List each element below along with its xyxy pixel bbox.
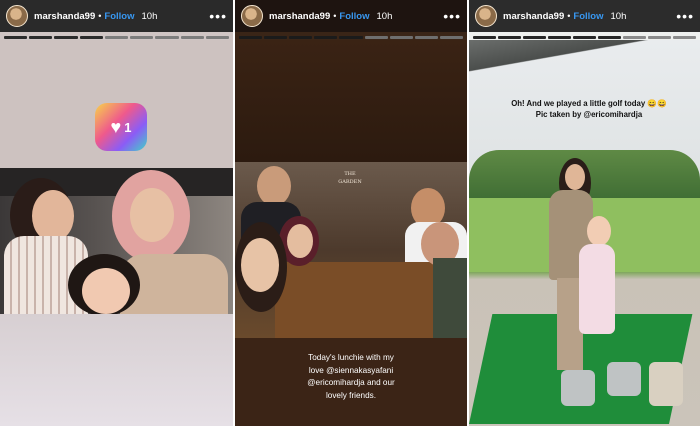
- story-caption: Oh! And we played a little golf today 😄😄…: [509, 98, 669, 120]
- progress-segment: [264, 36, 288, 39]
- story-progress-bar: [239, 36, 463, 39]
- progress-segment: [389, 36, 413, 39]
- avatar[interactable]: [6, 5, 28, 27]
- progress-segment: [498, 36, 521, 39]
- woman-front-face: [241, 238, 279, 292]
- woman-hijab-inner: [287, 224, 313, 258]
- timestamp: 10h: [610, 10, 627, 22]
- story-photo: [0, 168, 233, 314]
- progress-segment: [4, 36, 28, 39]
- progress-segment: [573, 36, 596, 39]
- progress-segment: [205, 36, 229, 39]
- girl-face: [587, 216, 611, 246]
- more-options-icon[interactable]: •••: [209, 9, 227, 23]
- avatar[interactable]: [475, 5, 497, 27]
- like-sticker[interactable]: ♥ 1: [95, 103, 147, 151]
- progress-segment: [79, 36, 103, 39]
- progress-segment: [155, 36, 179, 39]
- story-photo: THE GARDEN: [235, 162, 467, 338]
- story-header: marshanda99 • Follow 10h •••: [235, 0, 467, 32]
- woman-left-face: [32, 190, 74, 242]
- progress-segment: [29, 36, 53, 39]
- progress-segment: [673, 36, 696, 39]
- progress-segment: [130, 36, 154, 39]
- caption-line: lovely friends.: [325, 390, 377, 400]
- child-face: [82, 268, 130, 314]
- progress-segment: [414, 36, 438, 39]
- woman-face: [565, 164, 585, 190]
- progress-segment: [548, 36, 571, 39]
- tee-box: [649, 362, 683, 406]
- more-options-icon[interactable]: •••: [676, 9, 694, 23]
- progress-segment: [239, 36, 263, 39]
- like-count: 1: [124, 119, 132, 135]
- story-header: marshanda99 • Follow 10h •••: [0, 0, 233, 32]
- more-options-icon[interactable]: •••: [443, 9, 461, 23]
- golf-ball-basket: [561, 370, 595, 406]
- username[interactable]: marshanda99: [269, 11, 330, 22]
- progress-segment: [598, 36, 621, 39]
- caption-line: Today's lunchie with my: [308, 353, 394, 362]
- progress-segment: [439, 36, 463, 39]
- progress-segment: [623, 36, 646, 39]
- girl-dress: [579, 244, 615, 334]
- story-progress-bar: [473, 36, 696, 39]
- driving-range-roof: [469, 40, 700, 102]
- caption-line: love @siennakasyafani: [308, 365, 394, 375]
- follow-button[interactable]: Follow: [339, 11, 369, 22]
- progress-segment: [289, 36, 313, 39]
- progress-segment: [364, 36, 388, 39]
- progress-segment: [339, 36, 363, 39]
- caption-line: Pic taken by @ericomihardja: [535, 110, 643, 119]
- progress-segment: [473, 36, 496, 39]
- username[interactable]: marshanda99: [503, 11, 564, 22]
- restaurant-sign: THE GARDEN: [338, 171, 362, 185]
- story-background-bottom: [0, 314, 233, 426]
- golf-ball-basket: [607, 362, 641, 396]
- follow-button[interactable]: Follow: [573, 11, 603, 22]
- username[interactable]: marshanda99: [34, 11, 95, 22]
- story-caption: Today's lunchie with my love @siennakasy…: [235, 352, 467, 402]
- timestamp: 10h: [141, 10, 158, 22]
- story-panel-2[interactable]: marshanda99 • Follow 10h ••• THE GARDEN …: [235, 0, 467, 426]
- separator-dot: •: [98, 11, 102, 21]
- man-glasses-figure: [257, 166, 291, 206]
- separator-dot: •: [567, 11, 571, 21]
- timestamp: 10h: [376, 10, 393, 22]
- progress-segment: [180, 36, 204, 39]
- progress-segment: [523, 36, 546, 39]
- man-front-body: [433, 258, 467, 338]
- caption-line: @ericomihardja and our: [307, 378, 395, 387]
- progress-segment: [648, 36, 671, 39]
- hijab-face: [130, 188, 174, 242]
- story-panel-3[interactable]: marshanda99 • Follow 10h ••• Oh! And we …: [469, 0, 700, 426]
- story-background-top: [235, 40, 467, 162]
- story-header: marshanda99 • Follow 10h •••: [469, 0, 700, 32]
- dining-table: [275, 262, 445, 338]
- avatar[interactable]: [241, 5, 263, 27]
- story-panel-1[interactable]: marshanda99 • Follow 10h ••• ♥ 1: [0, 0, 233, 426]
- progress-segment: [314, 36, 338, 39]
- caption-line: Oh! And we played a little golf today 😄😄: [511, 99, 667, 108]
- heart-icon: ♥: [110, 117, 122, 137]
- follow-button[interactable]: Follow: [104, 11, 134, 22]
- progress-segment: [104, 36, 129, 39]
- progress-segment: [54, 36, 78, 39]
- separator-dot: •: [333, 11, 337, 21]
- story-progress-bar: [4, 36, 229, 39]
